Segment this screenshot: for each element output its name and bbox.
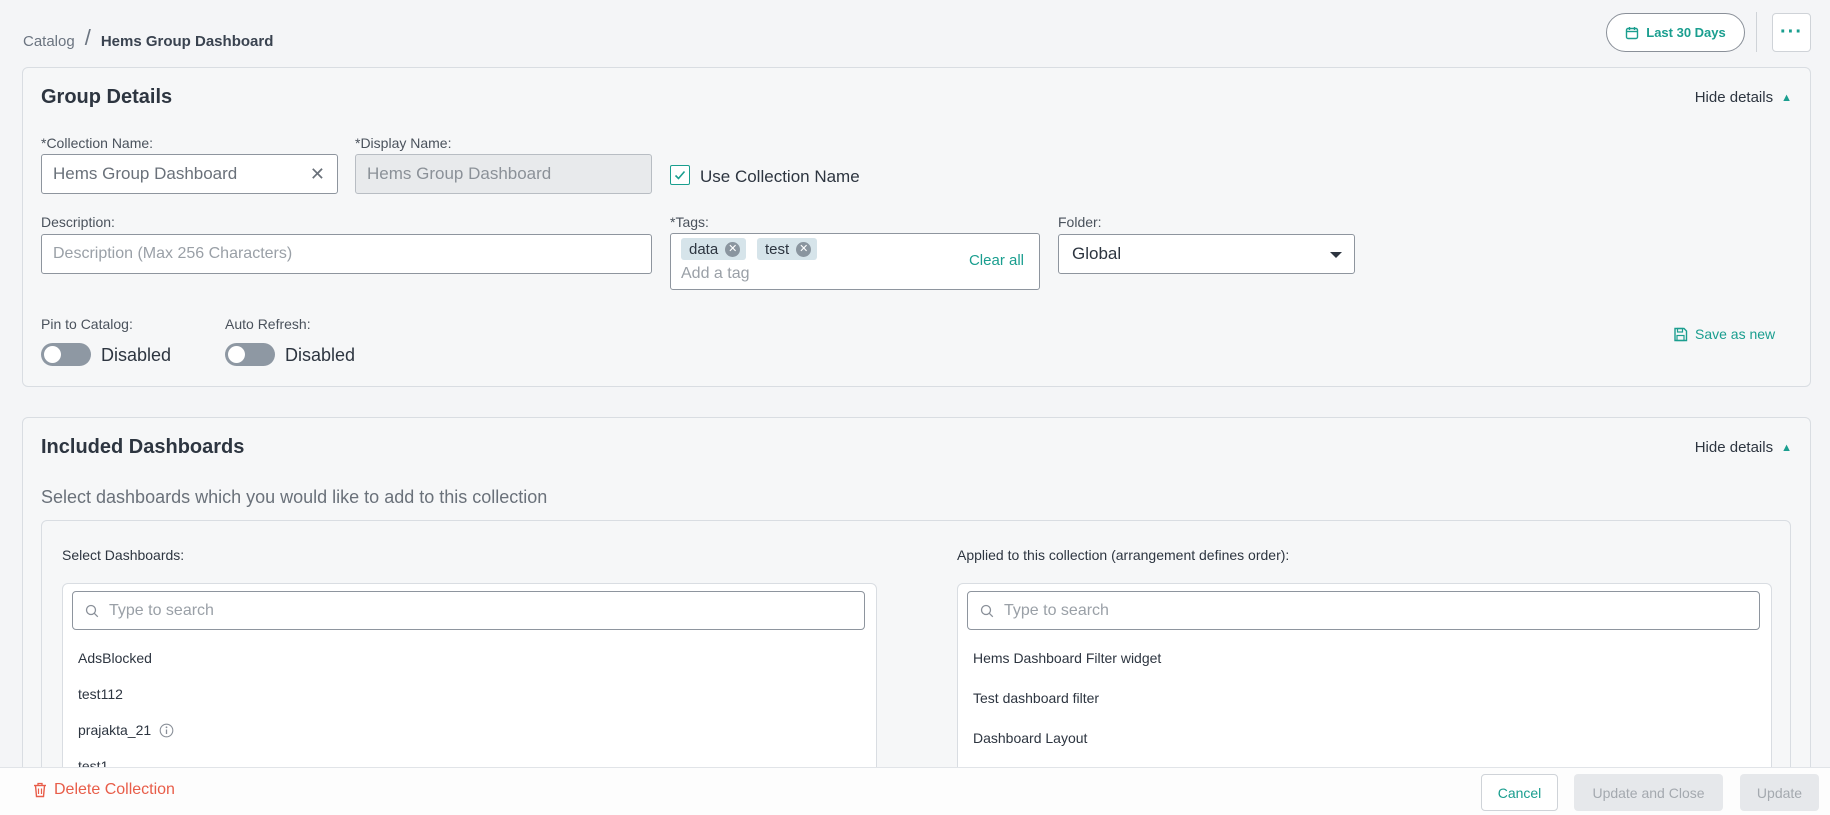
tags-input[interactable]: data ✕ test ✕ Add a tag Clear all: [670, 233, 1040, 290]
list-item[interactable]: prajakta_21: [78, 722, 174, 738]
tag-chip-label: test: [765, 240, 790, 258]
display-name-label: *Display Name:: [355, 135, 452, 151]
tag-chip-label: data: [689, 240, 719, 258]
list-item-label: test112: [78, 686, 123, 702]
included-dashboards-subtitle: Select dashboards which you would like t…: [41, 487, 548, 507]
collapse-triangle-icon: ▲: [1781, 91, 1792, 104]
calendar-icon: [1626, 26, 1639, 39]
remove-tag-icon[interactable]: ✕: [725, 241, 741, 257]
display-name-value: Hems Group Dashboard: [367, 164, 552, 183]
delete-collection-button[interactable]: Delete Collection: [33, 781, 175, 799]
top-bar: Catalog / Hems Group Dashboard Last 30 D…: [0, 0, 1830, 66]
list-item[interactable]: Dashboard Layout: [973, 730, 1087, 746]
clear-input-icon[interactable]: ✕: [310, 164, 325, 185]
footer-bar: Delete Collection Cancel Update and Clos…: [0, 767, 1830, 815]
list-item-label: AdsBlocked: [78, 650, 152, 666]
save-icon: [1674, 327, 1688, 341]
pin-to-catalog-state: Disabled: [101, 345, 172, 365]
auto-refresh-state: Disabled: [285, 345, 356, 365]
list-item-label: prajakta_21: [78, 722, 152, 738]
use-collection-name-checkbox[interactable]: [670, 165, 690, 185]
group-details-title: Group Details: [41, 86, 173, 108]
breadcrumb-current: Hems Group Dashboard: [100, 32, 274, 50]
list-item-label: Test dashboard filter: [973, 690, 1100, 706]
auto-refresh-label: Auto Refresh:: [225, 316, 311, 332]
description-placeholder: Description (Max 256 Characters): [53, 245, 293, 262]
chevron-down-icon: [1330, 252, 1342, 258]
list-item-label: Dashboard Layout: [973, 730, 1088, 746]
search-icon: [85, 604, 99, 617]
group-details-hide-toggle[interactable]: Hide details ▲: [1695, 89, 1792, 106]
add-tag-placeholder[interactable]: Add a tag: [681, 265, 750, 283]
breadcrumb: Catalog / Hems Group Dashboard: [23, 25, 274, 54]
included-dashboards-hide-toggle[interactable]: Hide details ▲: [1695, 439, 1792, 456]
hide-details-label: Hide details: [1694, 89, 1774, 106]
breadcrumb-catalog-link[interactable]: Catalog: [23, 33, 75, 50]
date-range-label: Last 30 Days: [1646, 25, 1726, 40]
tag-chip: data ✕: [681, 238, 747, 260]
tags-label: *Tags:: [670, 214, 709, 230]
collection-name-label: *Collection Name:: [41, 135, 154, 151]
list-item[interactable]: Test dashboard filter: [973, 690, 1099, 706]
folder-label: Folder:: [1058, 214, 1102, 230]
description-input[interactable]: Description (Max 256 Characters): [41, 234, 652, 274]
description-label: Description:: [41, 214, 115, 230]
display-name-input: Hems Group Dashboard: [355, 154, 652, 194]
list-item[interactable]: Hems Dashboard Filter widget: [973, 650, 1161, 666]
collection-name-value: Hems Group Dashboard: [53, 164, 238, 183]
collapse-triangle-icon: ▲: [1781, 441, 1792, 454]
applied-dashboards-label: Applied to this collection (arrangement …: [957, 547, 1290, 563]
toggle-knob: [44, 346, 61, 363]
clear-all-tags-link[interactable]: Clear all: [969, 252, 1024, 269]
save-as-new-label: Save as new: [1695, 326, 1776, 342]
list-item[interactable]: test112: [78, 686, 123, 702]
info-icon[interactable]: [159, 723, 174, 738]
list-item-label: Hems Dashboard Filter widget: [973, 650, 1162, 666]
save-as-new-button[interactable]: Save as new: [1673, 326, 1775, 342]
tag-chip: test ✕: [757, 238, 818, 260]
date-range-button[interactable]: Last 30 Days: [1606, 13, 1745, 52]
available-search-input[interactable]: Type to search: [72, 591, 865, 630]
group-details-card: Group Details Hide details ▲: [22, 67, 1811, 387]
list-item[interactable]: AdsBlocked: [78, 650, 152, 666]
update-and-close-button[interactable]: Update and Close: [1574, 774, 1723, 811]
breadcrumb-separator: /: [84, 25, 91, 50]
collection-name-input[interactable]: Hems Group Dashboard ✕: [41, 154, 338, 194]
select-dashboards-label: Select Dashboards:: [62, 547, 185, 563]
cancel-button[interactable]: Cancel: [1481, 774, 1558, 811]
folder-value: Global: [1072, 244, 1122, 263]
applied-search-placeholder: Type to search: [1004, 601, 1109, 619]
more-icon: ···: [1780, 21, 1803, 43]
included-dashboards-title: Included Dashboards: [41, 436, 245, 458]
hide-details-label: Hide details: [1694, 439, 1774, 456]
applied-search-input[interactable]: Type to search: [967, 591, 1760, 630]
toggle-knob: [228, 346, 245, 363]
delete-collection-label: Delete Collection: [54, 781, 175, 798]
remove-tag-icon[interactable]: ✕: [796, 241, 812, 257]
pin-to-catalog-label: Pin to Catalog:: [41, 316, 133, 332]
trash-icon: [34, 782, 46, 798]
use-collection-name-label[interactable]: Use Collection Name: [700, 167, 860, 187]
more-options-button[interactable]: ···: [1772, 13, 1811, 52]
available-search-placeholder: Type to search: [109, 601, 214, 619]
folder-select[interactable]: Global: [1058, 234, 1355, 274]
pin-to-catalog-toggle[interactable]: [41, 343, 91, 366]
toolbar-divider: [1756, 12, 1757, 52]
search-icon: [980, 604, 994, 617]
auto-refresh-toggle[interactable]: [225, 343, 275, 366]
checkmark-icon: [674, 170, 686, 180]
update-button[interactable]: Update: [1740, 774, 1819, 811]
